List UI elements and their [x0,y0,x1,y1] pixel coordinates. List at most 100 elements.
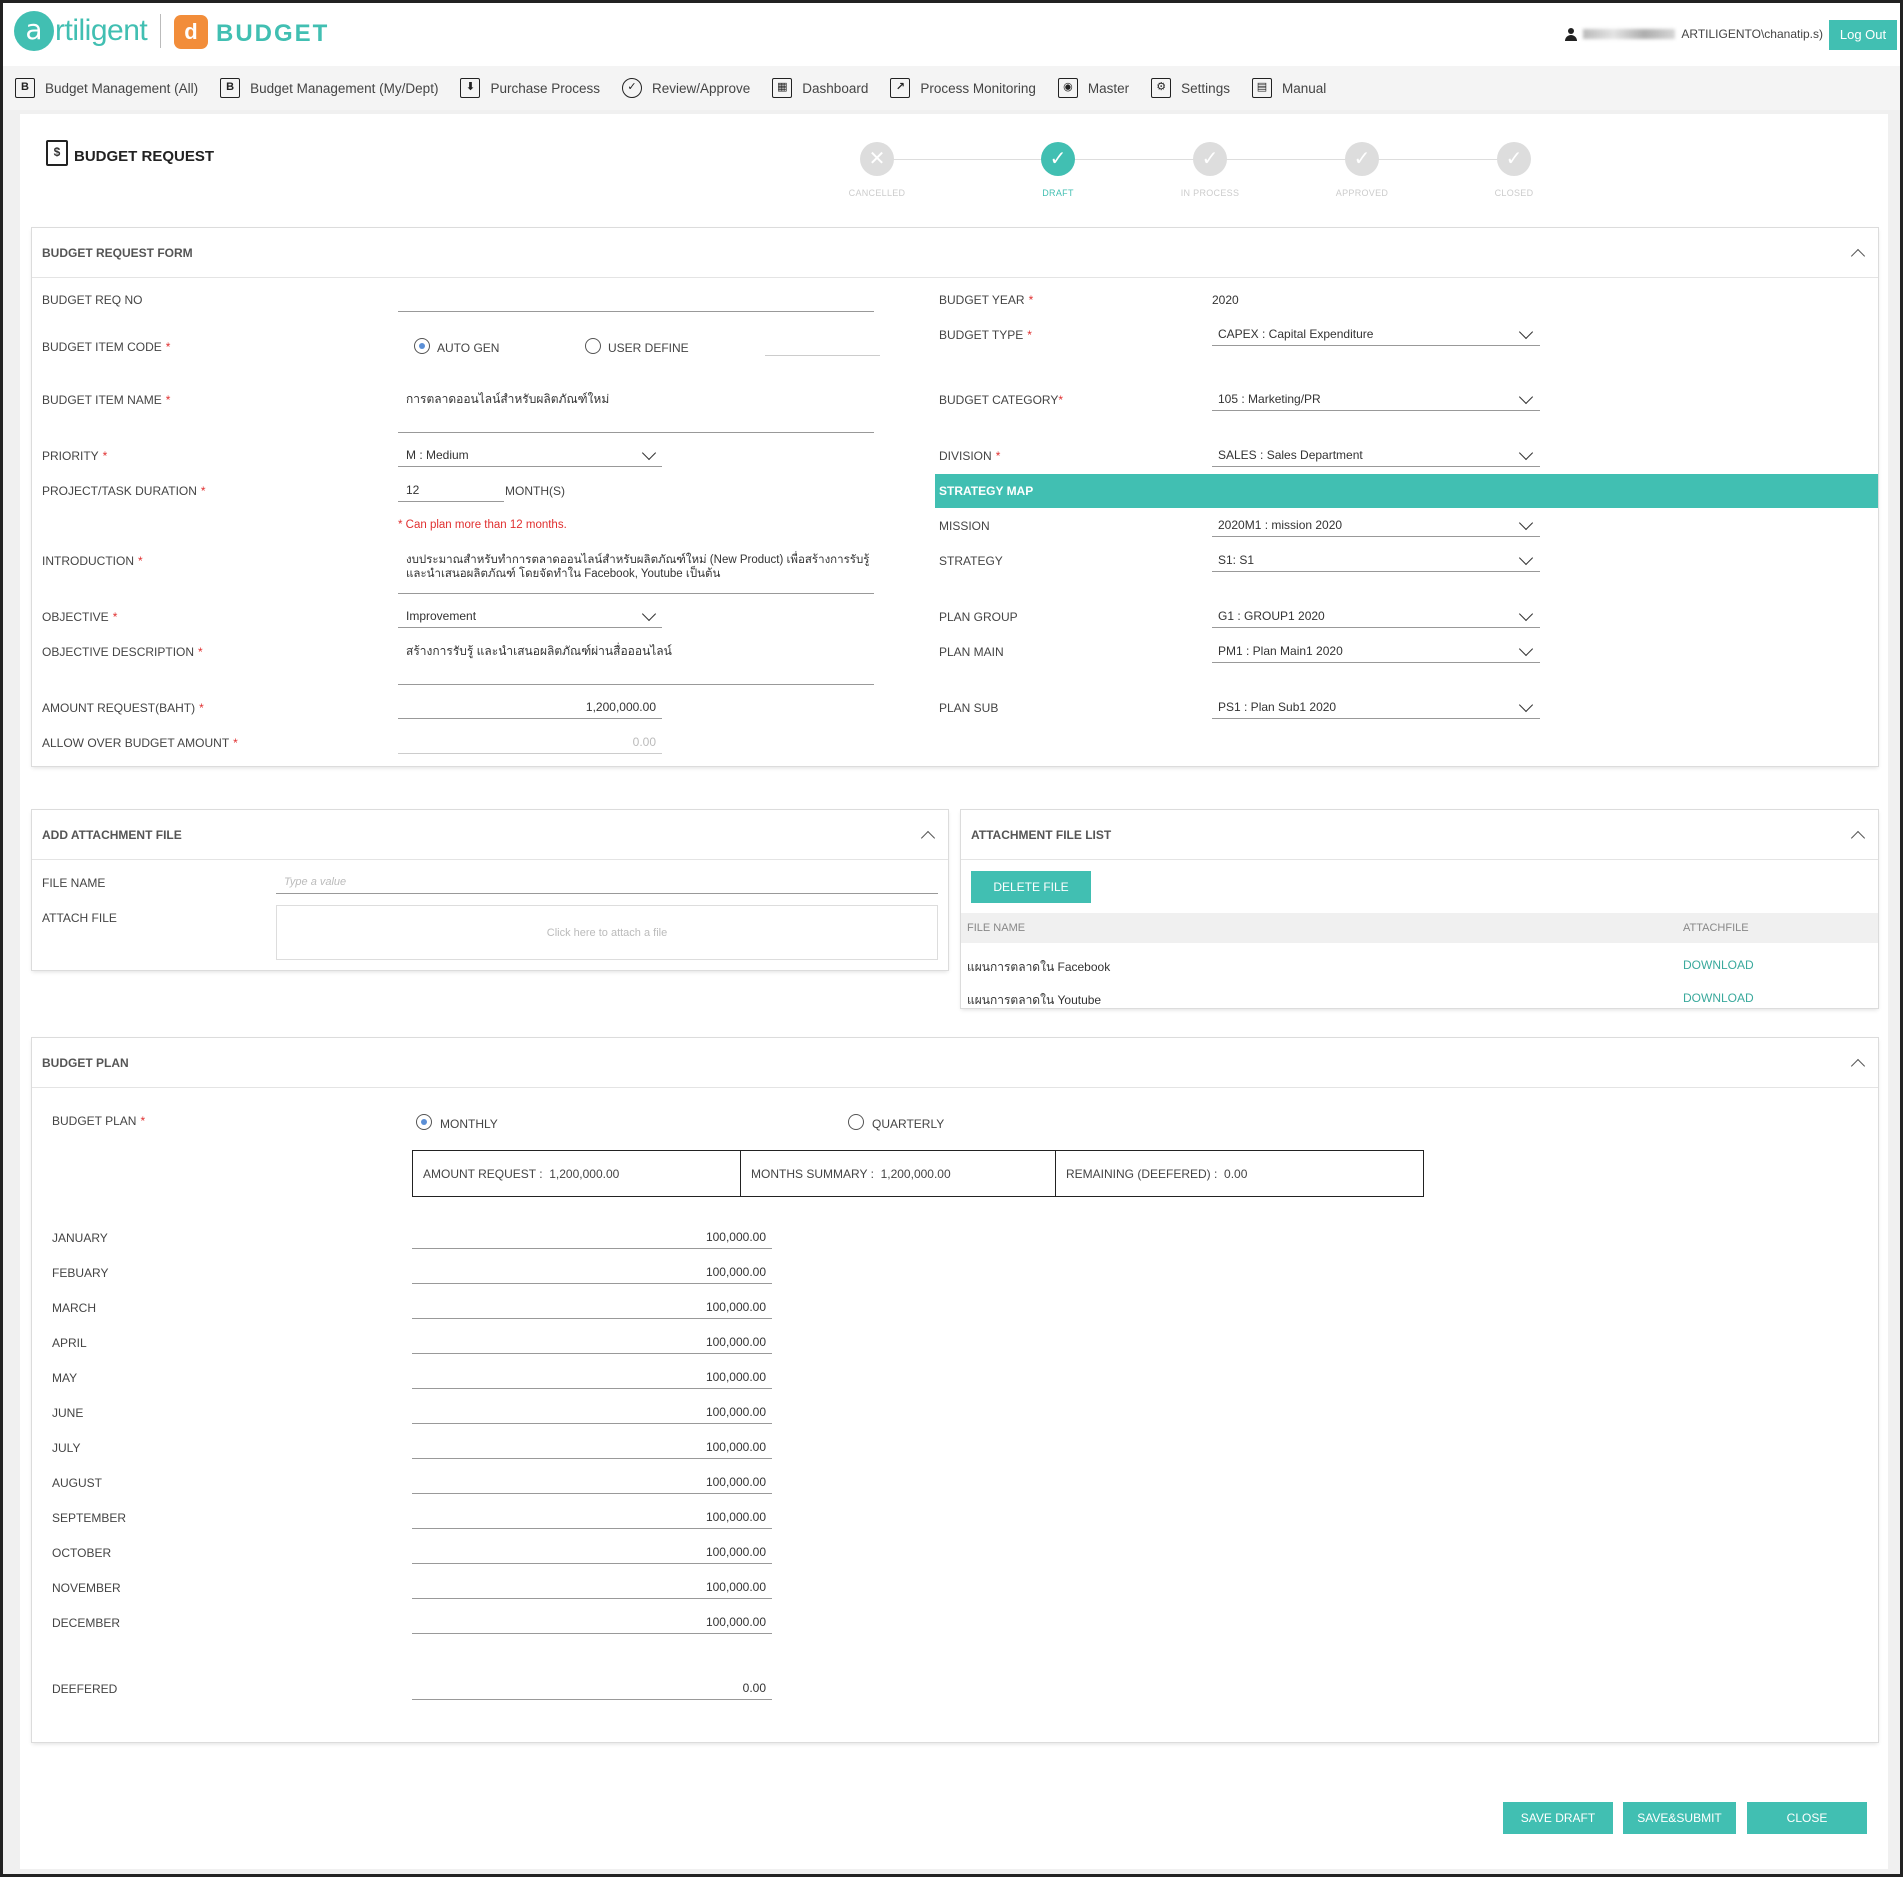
file-name-input[interactable]: Type a value [284,876,346,888]
plan-sub-underline [1212,718,1540,719]
step-connector [877,159,1058,160]
chevron-down-icon[interactable] [643,450,655,462]
mission-select[interactable]: 2020M1 : mission 2020 [1218,518,1342,532]
menu-item-review-approve[interactable]: ✓ Review/Approve [622,78,750,98]
month-label: JULY [52,1441,81,1455]
menu-item-label: Settings [1181,80,1230,96]
menu-item-dashboard[interactable]: ▦ Dashboard [772,78,868,98]
menu-item-manual[interactable]: ▤ Manual [1251,78,1326,98]
budget-category-select[interactable]: 105 : Marketing/PR [1218,392,1321,406]
month-amount-input[interactable]: 100,000.00 [412,1545,766,1559]
deefered-underline [412,1699,772,1700]
month-amount-input[interactable]: 100,000.00 [412,1580,766,1594]
month-underline [412,1248,772,1249]
month-amount-input[interactable]: 100,000.00 [412,1230,766,1244]
close-button[interactable]: CLOSE [1747,1802,1867,1834]
duration-label: PROJECT/TASK DURATION * [42,484,206,498]
priority-select[interactable]: M : Medium [406,448,469,462]
menu-item-budget-management-my-dept[interactable]: B Budget Management (My/Dept) [220,78,438,98]
plan-group-underline [1212,627,1540,628]
chevron-down-icon[interactable] [1520,555,1532,567]
chevron-down-icon[interactable] [1520,394,1532,406]
save-draft-button[interactable]: SAVE DRAFT [1503,1802,1613,1834]
objective-desc-label: OBJECTIVE DESCRIPTION * [42,645,203,659]
budget-type-select[interactable]: CAPEX : Capital Expenditure [1218,327,1373,341]
chevron-down-icon[interactable] [1520,702,1532,714]
month-amount-input[interactable]: 100,000.00 [412,1475,766,1489]
month-amount-input[interactable]: 100,000.00 [412,1370,766,1384]
chevron-down-icon[interactable] [1520,520,1532,532]
panel-title: BUDGET PLAN [42,1056,129,1070]
file-name-underline [276,893,938,894]
month-underline [412,1528,772,1529]
duration-input[interactable]: 12 [406,483,419,497]
month-label: MAY [52,1371,78,1385]
strategy-select[interactable]: S1: S1 [1218,553,1254,567]
master-icon: ◉ [1057,78,1078,98]
user-define-input[interactable] [765,355,880,356]
objective-label: OBJECTIVE * [42,610,118,624]
budget-request-form-panel: BUDGET REQUEST FORM BUDGET REQ NO BUDGET… [32,228,1878,766]
menu-item-process-monitoring[interactable]: ↗ Process Monitoring [890,78,1036,98]
logout-button[interactable]: Log Out [1829,20,1897,50]
chevron-down-icon[interactable] [1520,611,1532,623]
amount-input[interactable]: 1,200,000.00 [398,700,656,714]
file-drop-zone[interactable]: Click here to attach a file [276,905,938,960]
monthly-radio[interactable] [416,1114,432,1130]
delete-file-button[interactable]: DELETE FILE [971,871,1091,903]
objective-desc-field[interactable]: สร้างการรับรู้ และนำเสนอผลิตภัณฑ์ผ่านสื่… [406,642,672,661]
chevron-down-icon[interactable] [1520,329,1532,341]
auto-gen-radio[interactable] [414,338,430,354]
chevron-down-icon[interactable] [1520,646,1532,658]
month-amount-input[interactable]: 100,000.00 [412,1265,766,1279]
month-amount-input[interactable]: 100,000.00 [412,1335,766,1349]
purchase-icon: ⬇ [460,78,481,98]
allow-over-input[interactable]: 0.00 [398,735,656,749]
panel-header: ATTACHMENT FILE LIST [961,810,1878,860]
item-name-field[interactable]: การตลาดออนไลน์สำหรับผลิตภัณฑ์ใหม่ [406,390,609,409]
plan-sub-select[interactable]: PS1 : Plan Sub1 2020 [1218,700,1336,714]
budget-year-label: BUDGET YEAR * [939,293,1034,307]
menu-item-master[interactable]: ◉ Master [1057,78,1129,98]
month-label: SEPTEMBER [52,1511,127,1525]
collapse-icon[interactable] [1850,1056,1864,1070]
month-amount-input[interactable]: 100,000.00 [412,1615,766,1629]
budget-plan-label: BUDGET PLAN * [52,1114,146,1128]
introduction-line-2[interactable]: และนำเสนอผลิตภัณฑ์ โดยจัดทำใน Facebook, … [406,565,720,583]
summary-amount-value: 1,200,000.00 [549,1166,620,1181]
objective-select[interactable]: Improvement [406,609,476,623]
save-submit-button[interactable]: SAVE&SUBMIT [1623,1802,1736,1834]
download-link[interactable]: DOWNLOAD [1683,991,1754,1005]
division-label: DIVISION * [939,449,1001,463]
collapse-icon[interactable] [1850,246,1864,260]
plan-main-select[interactable]: PM1 : Plan Main1 2020 [1218,644,1343,658]
download-link[interactable]: DOWNLOAD [1683,958,1754,972]
user-define-radio[interactable] [585,338,601,354]
month-amount-input[interactable]: 100,000.00 [412,1300,766,1314]
month-amount-input[interactable]: 100,000.00 [412,1510,766,1524]
settings-icon: ⚙ [1151,78,1172,98]
division-select[interactable]: SALES : Sales Department [1218,448,1363,462]
panel-title: ATTACHMENT FILE LIST [971,828,1112,842]
month-amount-input[interactable]: 100,000.00 [412,1405,766,1419]
plan-group-select[interactable]: G1 : GROUP1 2020 [1218,609,1325,623]
req-no-label: BUDGET REQ NO [42,293,143,307]
step-in-process-check-icon: ✓ [1193,142,1227,176]
menu-item-label: Budget Management (My/Dept) [250,80,439,96]
app-name: BUDGET [216,20,330,47]
menu-item-purchase-process[interactable]: ⬇ Purchase Process [460,78,600,98]
priority-underline [398,466,662,467]
chevron-down-icon[interactable] [1520,450,1532,462]
collapse-icon[interactable] [920,828,934,842]
menu-item-label: Budget Management (All) [45,80,199,96]
menu-item-budget-management-all[interactable]: B Budget Management (All) [15,78,198,98]
quarterly-radio[interactable] [848,1114,864,1130]
deefered-input[interactable]: 0.00 [412,1681,766,1695]
collapse-icon[interactable] [1850,828,1864,842]
month-amount-input[interactable]: 100,000.00 [412,1440,766,1454]
chevron-down-icon[interactable] [643,611,655,623]
menu-item-settings[interactable]: ⚙ Settings [1151,78,1230,98]
item-name-label: BUDGET ITEM NAME * [42,393,171,407]
budget-type-label: BUDGET TYPE * [939,328,1032,342]
col-file-name: FILE NAME [967,922,1026,934]
